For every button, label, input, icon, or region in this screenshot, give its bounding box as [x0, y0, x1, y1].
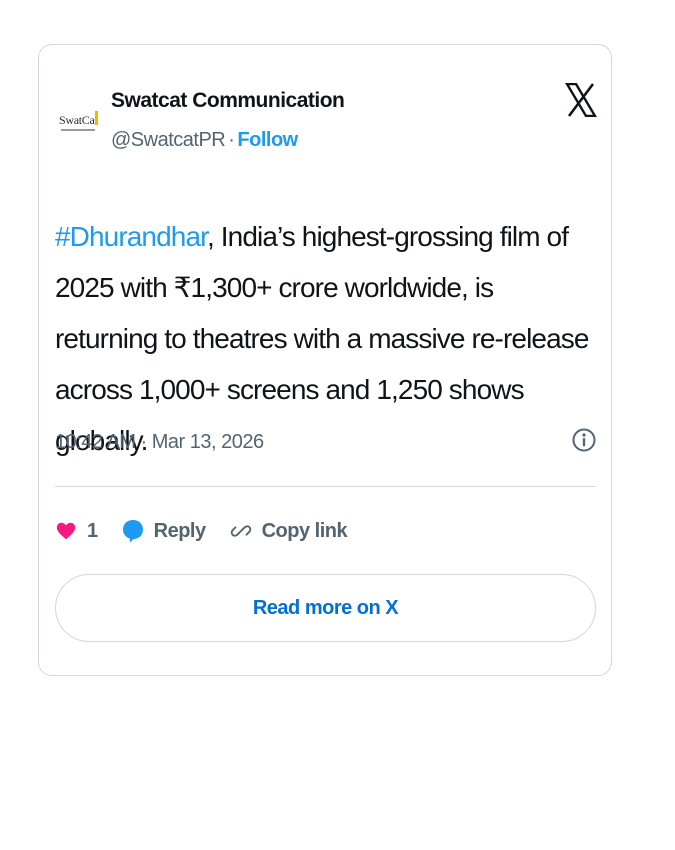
link-icon [230, 525, 251, 537]
author-name[interactable]: Swatcat Communication [111, 89, 345, 113]
x-logo-icon[interactable] [564, 82, 598, 118]
tweet-timestamp[interactable]: 10:42 AM · Mar 13, 2026 [55, 431, 264, 454]
read-more-button[interactable]: Read more on X [55, 574, 596, 642]
author-handle[interactable]: @SwatcatPR [111, 129, 226, 151]
reply-button[interactable]: Reply [122, 519, 206, 543]
read-more-label: Read more on X [252, 596, 399, 619]
avatar-logo-text: SwatCat [59, 113, 98, 127]
divider [55, 486, 596, 487]
info-icon[interactable] [571, 427, 597, 453]
reply-bubble-icon [122, 520, 143, 543]
copy-link-label: Copy link [261, 519, 348, 542]
tweet-text: #Dhurandhar, India’s highest-grossing fi… [55, 211, 601, 466]
author-meta: @SwatcatPR · Follow [111, 129, 344, 152]
hashtag-link[interactable]: #Dhurandhar [55, 221, 208, 252]
avatar[interactable]: SwatCat [53, 95, 103, 145]
meta-separator: · [228, 129, 235, 151]
avatar-logo-tagline [61, 129, 95, 131]
heart-icon [56, 522, 76, 540]
tweet-body: , India’s highest-grossing film of 2025 … [55, 221, 589, 456]
follow-button[interactable]: Follow [237, 129, 298, 151]
tweet-card: SwatCat Swatcat Communication @SwatcatPR… [38, 44, 612, 676]
author-block: Swatcat Communication @SwatcatPR · Follow [111, 89, 345, 152]
copy-link-button[interactable]: Copy link [230, 520, 348, 543]
avatar-logo-mark [95, 111, 98, 125]
like-count: 1 [87, 519, 98, 542]
reply-label: Reply [153, 519, 206, 542]
action-bar: 1 Reply Copy link [55, 513, 371, 549]
like-button[interactable]: 1 [55, 520, 98, 543]
